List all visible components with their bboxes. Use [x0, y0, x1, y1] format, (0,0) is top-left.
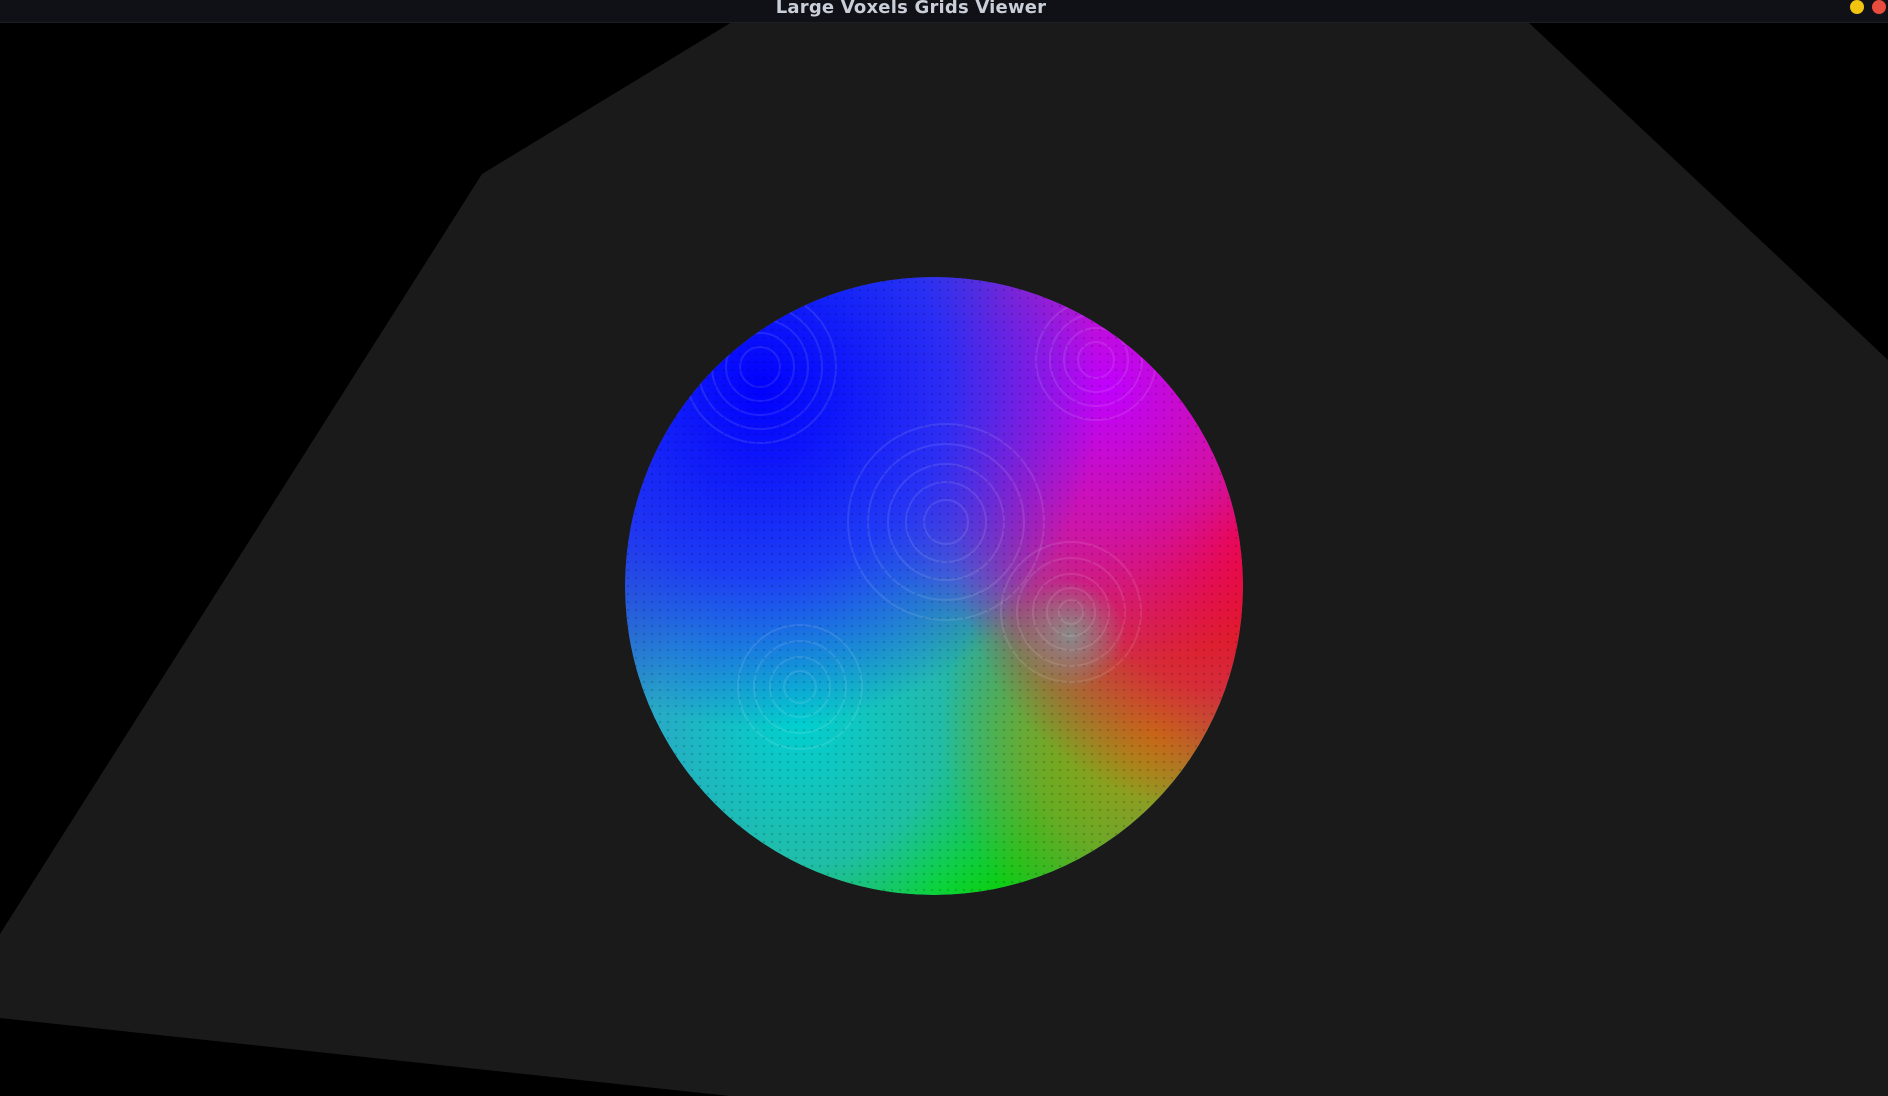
scene-canvas[interactable] [0, 22, 1888, 1096]
window-title: Large Voxels Grids Viewer [775, 0, 1047, 18]
app-window: Large Voxels Grids Viewer [0, 0, 1888, 1096]
voxel-sphere[interactable] [625, 277, 1243, 895]
close-button[interactable] [1872, 0, 1886, 14]
title-bar[interactable]: Large Voxels Grids Viewer [0, 0, 1888, 23]
3d-viewport[interactable] [0, 22, 1888, 1096]
minimize-button[interactable] [1850, 0, 1864, 14]
